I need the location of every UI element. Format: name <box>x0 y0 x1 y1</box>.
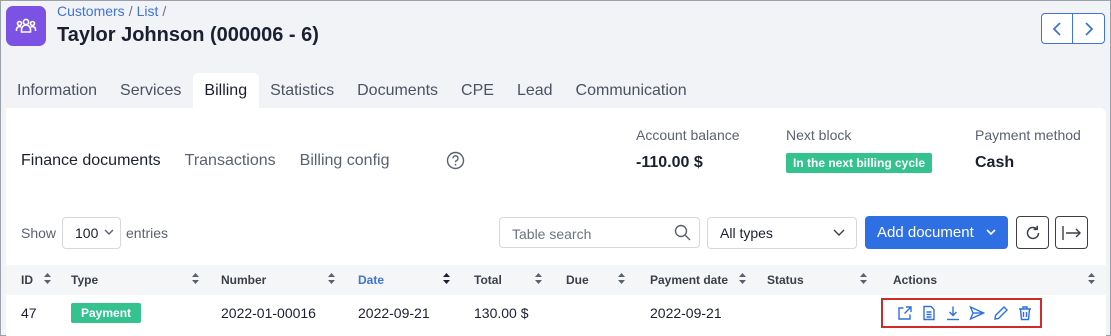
column-payment-date[interactable]: Payment date <box>650 273 728 287</box>
tab-documents[interactable]: Documents <box>346 73 450 109</box>
record-navigation <box>1041 13 1105 44</box>
tab-communication[interactable]: Communication <box>565 73 699 109</box>
breadcrumb-separator: / <box>128 3 133 19</box>
download-icon[interactable] <box>944 305 961 322</box>
sort-icon[interactable] <box>535 273 542 284</box>
table-row: 47 Payment 2022-01-00016 2022-09-21 130.… <box>6 295 1106 336</box>
tab-lead[interactable]: Lead <box>506 73 565 109</box>
tab-statistics[interactable]: Statistics <box>259 73 346 109</box>
cell-total: 130.00 $ <box>474 305 529 321</box>
subtab-billing-config[interactable]: Billing config <box>300 152 390 170</box>
column-id[interactable]: ID <box>21 273 33 287</box>
billing-panel: Finance documents Transactions Billing c… <box>6 108 1106 336</box>
next-record-button[interactable] <box>1073 13 1105 44</box>
cell-payment-date: 2022-09-21 <box>650 305 722 321</box>
sort-icon[interactable] <box>1088 273 1095 284</box>
cell-date: 2022-09-21 <box>358 305 430 321</box>
type-badge: Payment <box>71 303 142 323</box>
column-status[interactable]: Status <box>767 273 804 287</box>
help-icon[interactable] <box>446 151 465 175</box>
account-balance-value: -110.00 $ <box>636 154 703 171</box>
account-balance-label: Account balance <box>636 127 740 143</box>
cell-id: 47 <box>21 305 37 321</box>
breadcrumb: Customers / List / <box>57 3 170 19</box>
column-date[interactable]: Date <box>358 273 384 287</box>
cell-number[interactable]: 2022-01-00016 <box>221 305 316 321</box>
export-button[interactable] <box>1055 216 1088 249</box>
sort-icon[interactable] <box>192 273 199 284</box>
chevron-down-icon <box>104 229 114 235</box>
subtab-finance-documents[interactable]: Finance documents <box>21 152 161 170</box>
refresh-button[interactable] <box>1016 216 1049 249</box>
entries-value: 100 <box>75 225 99 241</box>
column-total[interactable]: Total <box>474 273 502 287</box>
column-type[interactable]: Type <box>71 273 98 287</box>
show-label: Show <box>21 225 57 241</box>
tab-billing[interactable]: Billing <box>193 73 260 109</box>
column-due[interactable]: Due <box>566 273 589 287</box>
customer-tabs: Information Services Billing Statistics … <box>6 73 699 109</box>
document-type-value: All types <box>720 225 773 241</box>
next-block-badge: In the next billing cycle <box>786 153 933 173</box>
billing-subtabs: Finance documents Transactions Billing c… <box>21 152 413 170</box>
chevron-right-icon <box>1084 21 1093 36</box>
document-type-select[interactable]: All types <box>707 217 857 249</box>
send-icon[interactable] <box>968 305 985 322</box>
sort-icon[interactable] <box>739 273 746 284</box>
subtab-transactions[interactable]: Transactions <box>185 152 276 170</box>
tab-services[interactable]: Services <box>109 73 193 109</box>
page-header: Customers / List / Taylor Johnson (000006 -… <box>1 1 1110 71</box>
edit-icon[interactable] <box>992 305 1009 322</box>
chevron-left-icon <box>1052 21 1061 36</box>
breadcrumb-separator: / <box>162 3 167 19</box>
breadcrumb-customers[interactable]: Customers <box>57 3 125 19</box>
table-header: ID Type Number Date Total Due Payment da… <box>6 265 1106 295</box>
customers-group-icon <box>6 6 46 46</box>
add-document-label: Add document <box>877 224 974 241</box>
table-search-input[interactable]: Table search <box>499 217 700 248</box>
payment-method-value: Cash <box>975 154 1015 171</box>
chevron-down-icon <box>833 229 845 236</box>
tab-information[interactable]: Information <box>6 73 109 109</box>
row-actions <box>881 298 1042 328</box>
document-icon[interactable] <box>920 305 937 322</box>
export-arrow-icon <box>1061 225 1081 240</box>
next-block-label: Next block <box>786 127 852 143</box>
column-actions: Actions <box>893 273 938 287</box>
breadcrumb-list[interactable]: List <box>137 3 159 19</box>
page-title: Taylor Johnson (000006 - 6) <box>57 24 319 46</box>
payment-method-label: Payment method <box>975 127 1081 143</box>
sort-icon[interactable] <box>44 273 51 284</box>
sort-icon[interactable] <box>618 273 625 284</box>
search-placeholder: Table search <box>512 226 592 242</box>
sort-active-icon[interactable] <box>443 273 450 284</box>
open-external-icon[interactable] <box>896 305 913 322</box>
sort-icon[interactable] <box>860 273 867 284</box>
column-number[interactable]: Number <box>221 273 266 287</box>
refresh-icon <box>1026 225 1039 239</box>
add-document-button[interactable]: Add document <box>865 216 1008 249</box>
tab-cpe[interactable]: CPE <box>450 73 506 109</box>
entries-label: entries <box>126 225 169 241</box>
previous-record-button[interactable] <box>1041 13 1073 44</box>
sort-icon[interactable] <box>328 273 335 284</box>
chevron-down-icon <box>986 229 996 236</box>
delete-icon[interactable] <box>1016 305 1033 322</box>
entries-select[interactable]: 100 <box>62 217 121 249</box>
search-icon <box>674 224 691 241</box>
